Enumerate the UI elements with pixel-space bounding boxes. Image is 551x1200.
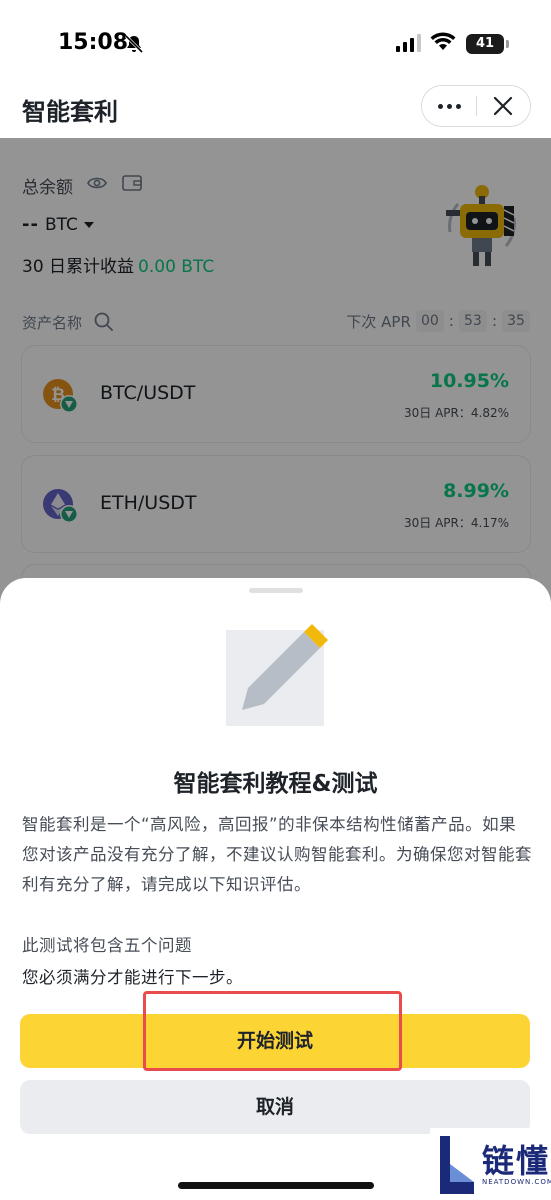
app-header: 智能套利 [0, 80, 551, 138]
status-time: 15:08 [58, 30, 129, 55]
more-icon[interactable] [422, 86, 476, 126]
signal-icon [396, 34, 421, 52]
wifi-icon [430, 32, 456, 50]
tutorial-bottom-sheet: 智能套利教程&测试 智能套利是一个“高风险，高回报”的非保本结构性储蓄产品。如果… [0, 578, 551, 1200]
annotation-highlight-box [143, 991, 402, 1071]
sheet-note-questions: 此测试将包含五个问题 [22, 936, 192, 955]
home-indicator [178, 1182, 374, 1189]
sheet-title: 智能套利教程&测试 [173, 771, 378, 797]
bell-off-icon [124, 34, 144, 54]
battery-icon: 41 [466, 34, 504, 54]
mini-program-capsule [421, 85, 531, 127]
cancel-button[interactable]: 取消 [20, 1080, 530, 1134]
battery-tip [506, 40, 509, 48]
watermark: 链懂 NEATDOWN.COM [430, 1128, 551, 1200]
status-bar: 15:08 41 [0, 0, 551, 80]
sheet-grabber[interactable] [249, 588, 303, 593]
close-icon[interactable] [492, 95, 514, 117]
watermark-text: 链懂 [482, 1142, 551, 1180]
page-title: 智能套利 [22, 98, 118, 126]
watermark-logo-icon [440, 1136, 474, 1194]
sheet-description: 智能套利是一个“高风险，高回报”的非保本结构性储蓄产品。如果您对该产品没有充分了… [22, 815, 532, 894]
capsule-divider [476, 96, 477, 116]
sheet-note-requirement: 您必须满分才能进行下一步。 [22, 968, 243, 987]
watermark-subtext: NEATDOWN.COM [482, 1178, 551, 1186]
pencil-icon [226, 624, 328, 726]
